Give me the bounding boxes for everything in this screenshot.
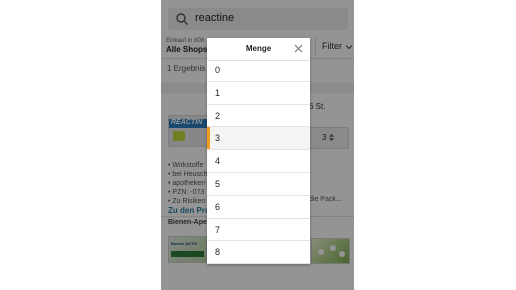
quantity-option-label: 5 xyxy=(215,178,221,189)
quantity-option-label: 0 xyxy=(215,65,221,75)
quantity-option[interactable]: 1 xyxy=(207,82,310,105)
quantity-option-label: 4 xyxy=(215,156,221,167)
quantity-picker-modal: Menge 0 1 2 3 4 5 6 7 8 xyxy=(207,38,310,264)
quantity-option-label: 8 xyxy=(215,247,221,258)
quantity-options-list: 0 1 2 3 4 5 6 7 8 xyxy=(207,59,310,264)
quantity-option[interactable]: 8 xyxy=(207,241,310,264)
quantity-option-label: 6 xyxy=(215,201,221,212)
close-icon[interactable] xyxy=(293,43,304,54)
quantity-option-label: 1 xyxy=(215,87,221,98)
quantity-option[interactable]: 3 xyxy=(207,127,310,151)
quantity-option-label: 2 xyxy=(215,110,221,121)
quantity-option[interactable]: 7 xyxy=(207,219,310,242)
quantity-option[interactable]: 2 xyxy=(207,105,310,128)
quantity-option-label: 7 xyxy=(215,224,221,235)
quantity-option[interactable]: 6 xyxy=(207,196,310,219)
modal-header: Menge xyxy=(207,38,310,61)
quantity-option-label: 3 xyxy=(215,133,221,144)
quantity-option[interactable]: 5 xyxy=(207,173,310,196)
quantity-option[interactable]: 0 xyxy=(207,59,310,82)
quantity-option[interactable]: 4 xyxy=(207,150,310,173)
